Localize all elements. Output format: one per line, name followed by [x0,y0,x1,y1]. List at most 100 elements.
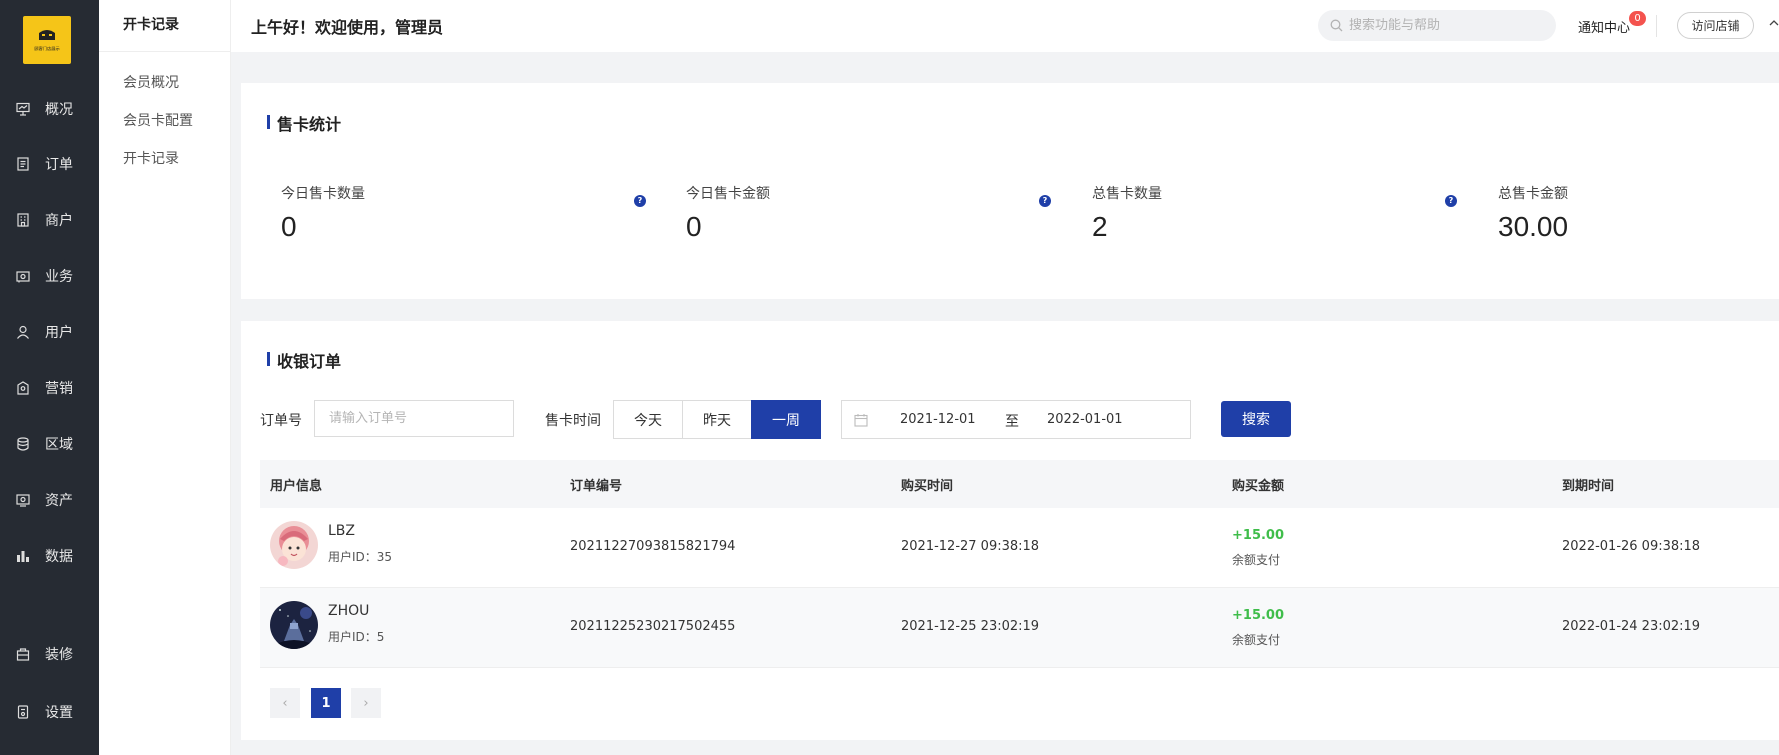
user-avatar-image [270,521,318,569]
section-title: 收银订单 [267,348,341,372]
notification-center-link[interactable]: 通知中心 [1578,17,1630,36]
card-sales-statistics: 售卡统计 今日售卡数量 0 ? 今日售卡金额 0 ? 总售卡数量 2 ? 总售卡… [241,83,1779,299]
subnav-item-card-records[interactable]: 开卡记录 [99,140,230,178]
sidebar-item-label: 用户 [45,325,73,341]
sidebar-item-region[interactable]: 区域 [0,427,99,461]
column-header: 购买时间 [901,479,954,494]
chart-icon [15,101,31,117]
avatar [270,521,318,569]
visit-store-button[interactable]: 访问店铺 [1677,12,1754,39]
main-sidebar: 顾客门店展示 概况 订单 商户 业务 用户 营销 区域 资产 数据 装修 设置 [0,0,99,755]
subnav-item-card-config[interactable]: 会员卡配置 [99,102,230,140]
purchase-amount: +15.00 [1232,608,1285,623]
stat-total-amount: 总售卡金额 30.00 [1498,183,1568,243]
segment-today[interactable]: 今天 [613,400,683,439]
help-icon[interactable]: ? [1039,195,1051,207]
sale-time-label: 售卡时间 [545,413,601,429]
building-icon [15,212,31,228]
sidebar-item-overview[interactable]: 概况 [0,92,99,126]
subnav-title: 开卡记录 [99,0,230,52]
section-title: 售卡统计 [267,111,341,135]
user-id: 用户ID：5 [328,630,385,644]
stat-today-count: 今日售卡数量 0 [281,183,365,243]
notification-count-badge: 0 [1629,11,1646,26]
date-end[interactable]: 2022-01-01 [1047,412,1123,427]
table-row: ZHOU 用户ID：5 20211225230217502455 2021-12… [260,588,1779,668]
pagination-page-1[interactable]: 1 [311,688,341,718]
sidebar-item-label: 区域 [45,437,73,453]
sidebar-item-label: 概况 [45,102,73,118]
purchase-time: 2021-12-27 09:38:18 [901,539,1040,554]
sidebar-item-marketing[interactable]: 营销 [0,371,99,405]
date-start[interactable]: 2021-12-01 [900,412,976,427]
subnav-item-member-overview[interactable]: 会员概况 [99,64,230,102]
avatar [270,601,318,649]
stat-today-amount: 今日售卡金额 0 [686,183,770,243]
payment-type: 余额支付 [1232,633,1281,647]
sidebar-item-label: 设置 [45,705,73,721]
sidebar-item-orders[interactable]: 订单 [0,147,99,181]
user-name: LBZ [328,523,355,539]
marketing-icon [15,380,31,396]
purchase-amount: +15.00 [1232,528,1285,543]
sidebar-item-settings[interactable]: 设置 [0,695,99,729]
help-icon[interactable]: ? [1445,195,1457,207]
decoration-icon [15,646,31,662]
greeting-text: 上午好！欢迎使用，管理员 [251,18,444,37]
stat-label: 今日售卡数量 [281,186,365,202]
briefcase-icon [15,268,31,284]
table-header: 用户信息 订单编号 购买时间 购买金额 到期时间 [260,460,1779,508]
pagination-next-button[interactable]: › [351,688,381,718]
sidebar-item-decoration[interactable]: 装修 [0,637,99,671]
header-divider [1656,15,1657,37]
stat-label: 今日售卡金额 [686,186,770,202]
calendar-icon [854,414,868,427]
store-logo-icon [39,30,55,40]
stat-value: 0 [686,211,702,242]
sidebar-item-business[interactable]: 业务 [0,259,99,293]
search-box[interactable] [1318,10,1556,41]
card-cashier-orders: 收银订单 订单号 售卡时间 今天 昨天 一周 2021-12-01 至 2022… [241,321,1779,740]
sidebar-item-label: 资产 [45,493,73,509]
sidebar-item-label: 订单 [45,157,73,173]
help-icon[interactable]: ? [634,195,646,207]
search-button[interactable]: 搜索 [1221,401,1291,437]
user-name: ZHOU [328,603,370,619]
stat-label: 总售卡金额 [1498,186,1568,202]
order-number: 20211227093815821794 [570,539,736,554]
user-avatar-image [270,601,318,649]
order-number: 20211225230217502455 [570,619,736,634]
stat-value: 2 [1092,211,1108,242]
bar-chart-icon [15,548,31,564]
stat-label: 总售卡数量 [1092,186,1162,202]
search-icon [1330,19,1343,32]
stat-value: 30.00 [1498,211,1569,242]
sidebar-item-assets[interactable]: 资产 [0,483,99,517]
date-range-picker[interactable]: 2021-12-01 至 2022-01-01 [841,400,1191,439]
sidebar-item-data[interactable]: 数据 [0,539,99,573]
segment-yesterday[interactable]: 昨天 [682,400,752,439]
segment-week[interactable]: 一周 [751,400,821,439]
pagination-prev-button[interactable]: ‹ [270,688,300,718]
sidebar-item-users[interactable]: 用户 [0,315,99,349]
stat-value: 0 [281,211,297,242]
column-header: 到期时间 [1562,479,1615,494]
sidebar-item-label: 商户 [45,213,73,229]
orders-table: 用户信息 订单编号 购买时间 购买金额 到期时间 LBZ 用户ID：35 202… [260,460,1779,668]
user-id: 用户ID：35 [328,550,393,564]
settings-icon [15,704,31,720]
sidebar-item-label: 营销 [45,381,73,397]
expire-time: 2022-01-26 09:38:18 [1562,539,1701,554]
column-header: 购买金额 [1232,479,1285,494]
order-number-label: 订单号 [260,413,302,429]
date-separator: 至 [1005,414,1019,430]
expire-time: 2022-01-24 23:02:19 [1562,619,1701,634]
payment-type: 余额支付 [1232,553,1281,567]
asset-icon [15,492,31,508]
caret-up-icon[interactable] [1769,18,1779,28]
search-input[interactable] [1349,18,1549,33]
sidebar-item-merchants[interactable]: 商户 [0,203,99,237]
order-number-input[interactable] [314,400,514,437]
logo[interactable]: 顾客门店展示 [23,16,71,64]
database-icon [15,436,31,452]
